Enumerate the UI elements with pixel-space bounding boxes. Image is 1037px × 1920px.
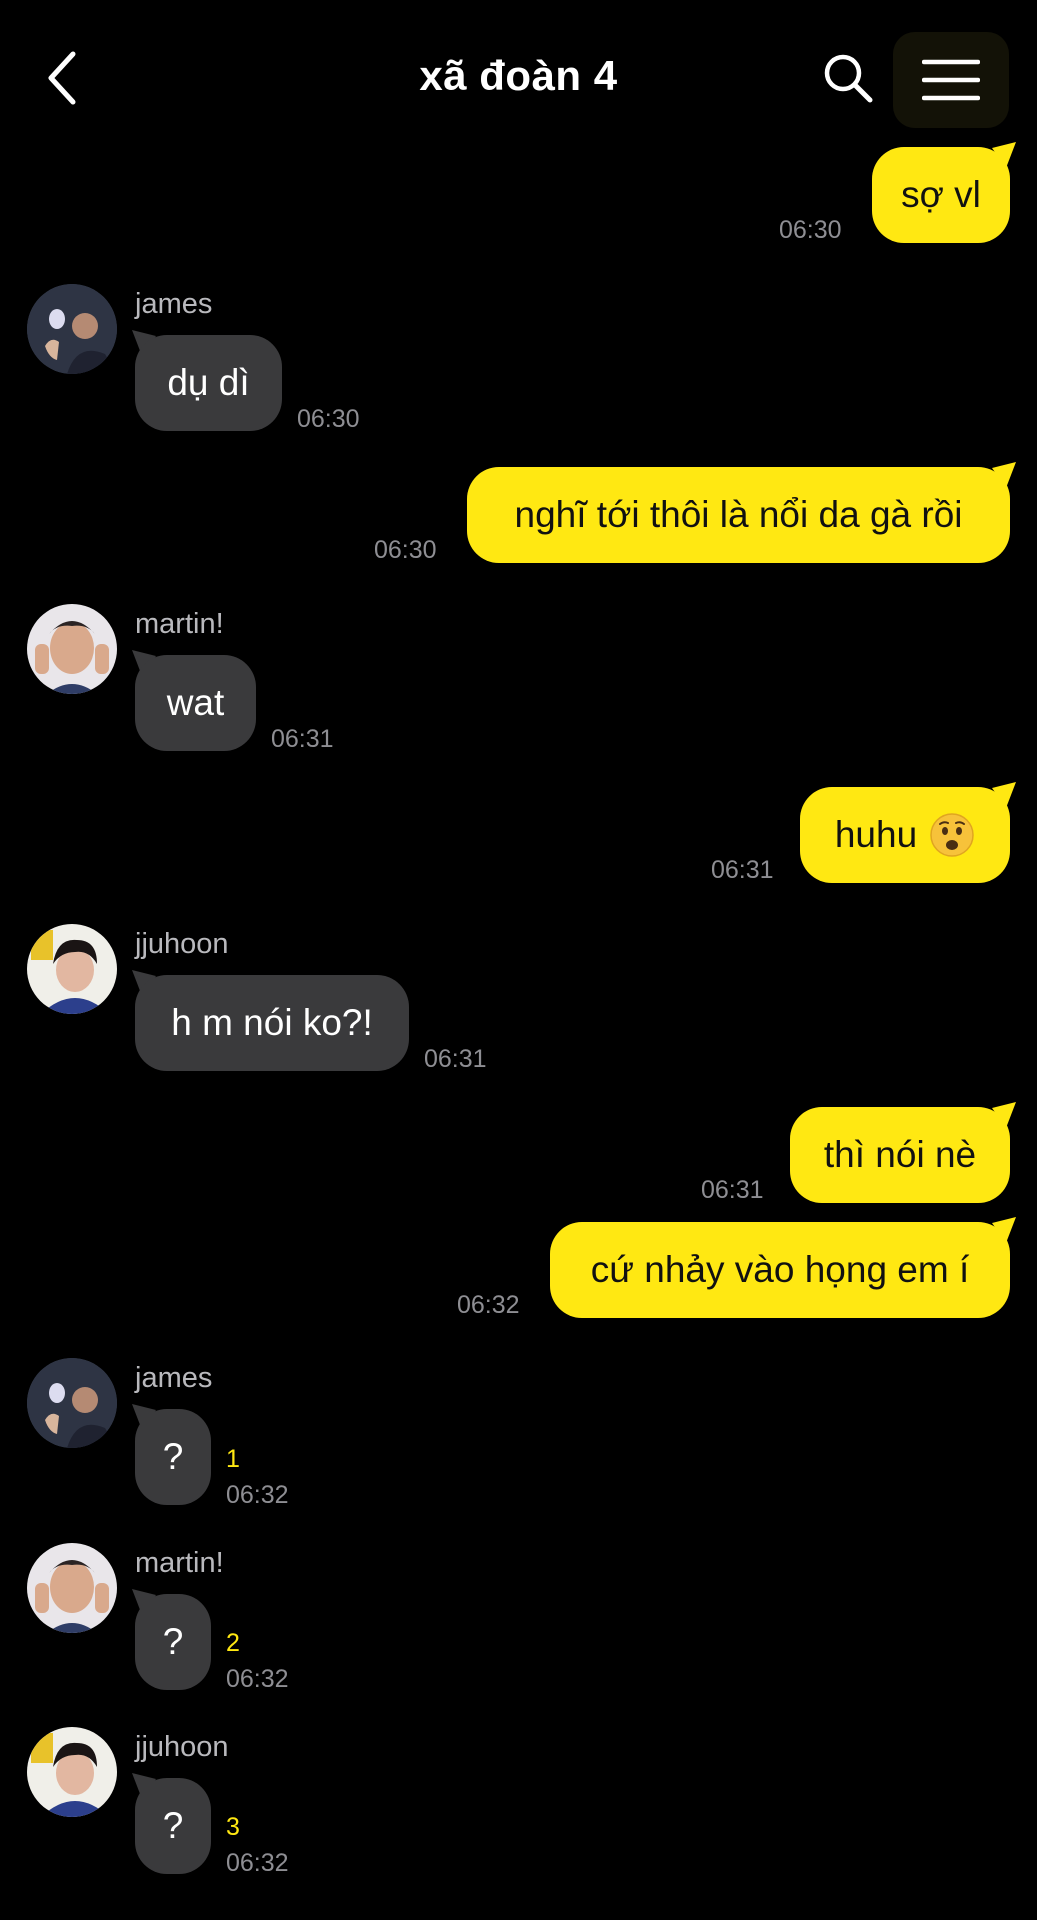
message-time: 06:32 <box>226 1481 289 1509</box>
message-time: 06:32 <box>226 1665 289 1693</box>
message-time: 06:31 <box>424 1045 487 1073</box>
their-message-bubble[interactable]: ? <box>135 1778 211 1874</box>
message-text: huhu <box>834 814 918 855</box>
unread-count: 1 <box>226 1445 240 1473</box>
message-time: 06:32 <box>226 1849 289 1877</box>
sender-name: jjuhoon <box>135 928 229 960</box>
unread-count: 3 <box>226 1813 240 1841</box>
bubble-tail <box>992 1217 1016 1243</box>
sender-name: jjuhoon <box>135 1731 229 1763</box>
unread-count: 2 <box>226 1629 240 1657</box>
avatar-jjuhoon[interactable] <box>27 1727 117 1817</box>
bubble-tail <box>992 1102 1016 1128</box>
my-message-bubble[interactable]: huhu <box>800 787 1010 883</box>
avatar-image <box>27 1358 117 1448</box>
my-message-bubble[interactable]: thì nói nè <box>790 1107 1010 1203</box>
my-message-bubble[interactable]: sợ vl <box>872 147 1010 243</box>
search-icon <box>824 54 873 103</box>
search-button[interactable] <box>818 48 878 108</box>
their-message-bubble[interactable]: h m nói ko?! <box>135 975 409 1071</box>
bubble-tail <box>992 142 1016 168</box>
avatar-image <box>27 924 117 1014</box>
avatar-james[interactable] <box>27 1358 117 1448</box>
avatar-jjuhoon[interactable] <box>27 924 117 1014</box>
their-message-bubble[interactable]: dụ dì <box>135 335 282 431</box>
avatar-image <box>27 1727 117 1817</box>
their-message-bubble[interactable]: wat <box>135 655 256 751</box>
avatar-martin[interactable] <box>27 604 117 694</box>
sender-name: james <box>135 288 213 320</box>
chat-title: xã đoàn 4 <box>419 52 618 99</box>
message-time: 06:31 <box>271 725 334 753</box>
bubble-tail <box>992 782 1016 808</box>
message-time: 06:30 <box>374 536 437 564</box>
sender-name: martin! <box>135 1547 224 1579</box>
message-time: 06:31 <box>711 856 774 884</box>
chat-header: xã đoàn 4 <box>0 0 1037 150</box>
their-message-bubble[interactable]: ? <box>135 1594 211 1690</box>
avatar-image <box>27 1543 117 1633</box>
my-message-bubble[interactable]: cứ nhảy vào họng em í <box>550 1222 1010 1318</box>
anguished-face-emoji <box>930 813 974 857</box>
avatar-martin[interactable] <box>27 1543 117 1633</box>
menu-button[interactable] <box>893 32 1009 128</box>
avatar-image <box>27 284 117 374</box>
avatar-james[interactable] <box>27 284 117 374</box>
my-message-bubble[interactable]: nghĩ tới thôi là nổi da gà rồi <box>467 467 1010 563</box>
avatar-image <box>27 604 117 694</box>
hamburger-menu-icon <box>922 59 980 101</box>
sender-name: james <box>135 1362 213 1394</box>
message-time: 06:32 <box>457 1291 520 1319</box>
message-time: 06:31 <box>701 1176 764 1204</box>
message-time: 06:30 <box>779 216 842 244</box>
their-message-bubble[interactable]: ? <box>135 1409 211 1505</box>
message-time: 06:30 <box>297 405 360 433</box>
sender-name: martin! <box>135 608 224 640</box>
bubble-tail <box>992 462 1016 488</box>
